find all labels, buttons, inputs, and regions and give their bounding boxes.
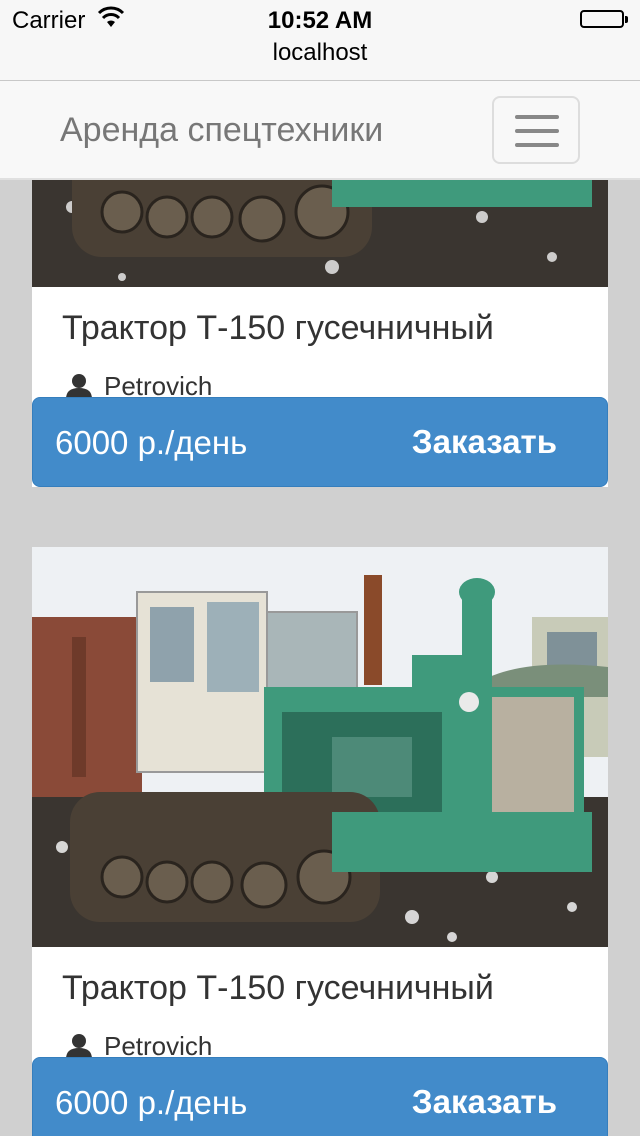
- battery-icon: [580, 10, 628, 28]
- order-bar[interactable]: 6000 р./день Заказать: [32, 397, 608, 487]
- order-button[interactable]: Заказать: [412, 1083, 557, 1121]
- listing-card: Трактор Т-150 гусечничный Petrovich 6000…: [32, 180, 608, 487]
- navbar: Аренда спецтехники: [0, 80, 640, 180]
- order-bar[interactable]: 6000 р./день Заказать: [32, 1057, 608, 1136]
- brand-link[interactable]: Аренда спецтехники: [60, 111, 383, 150]
- url-text: localhost: [272, 39, 368, 66]
- listing-title[interactable]: Трактор Т-150 гусечничный: [62, 309, 494, 348]
- status-bar: Carrier 10:52 AM: [0, 0, 640, 40]
- tractor-photo[interactable]: [32, 547, 608, 947]
- listing-card: Трактор Т-150 гусечничный Petrovich 6000…: [32, 547, 608, 1136]
- address-bar[interactable]: localhost: [0, 40, 640, 80]
- tractor-photo[interactable]: [32, 180, 608, 287]
- price-label: 6000 р./день: [55, 424, 248, 461]
- listing-feed[interactable]: Трактор Т-150 гусечничный Petrovich 6000…: [0, 180, 640, 1136]
- listing-title[interactable]: Трактор Т-150 гусечничный: [62, 969, 494, 1008]
- clock: 10:52 AM: [267, 7, 373, 34]
- price-label: 6000 р./день: [55, 1084, 248, 1121]
- order-button[interactable]: Заказать: [412, 423, 557, 461]
- menu-toggle-button[interactable]: [492, 96, 580, 164]
